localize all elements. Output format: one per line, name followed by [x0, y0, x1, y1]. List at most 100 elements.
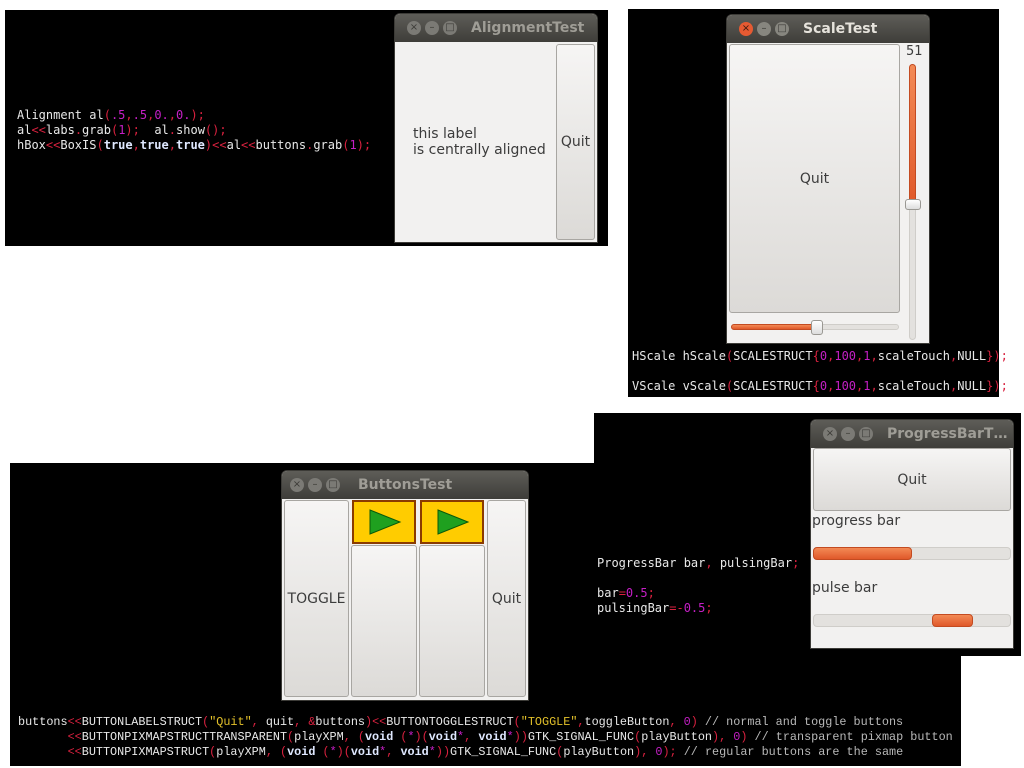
code-token: "Quit" [209, 715, 252, 729]
code-token: VScale vScale [632, 379, 726, 393]
code-token: void [350, 745, 380, 759]
minimize-icon[interactable]: – [425, 21, 439, 35]
code-token: .5 [132, 108, 148, 122]
code-token: ); [125, 123, 140, 137]
code-token: playXPM [216, 745, 266, 759]
code-token: }); [986, 349, 1008, 363]
title-bar: × – □ ButtonsTest [282, 471, 528, 499]
code-token: * [428, 745, 436, 759]
code-token: void [364, 730, 394, 744]
code-token: HScale hScale [632, 349, 726, 363]
code-token: 0 [676, 715, 691, 729]
pixmap-button-body[interactable] [351, 545, 417, 697]
code-token: pulsingBar [597, 601, 670, 615]
vscale-handle[interactable] [905, 198, 921, 210]
code-token: )( [336, 745, 351, 759]
code-token: , [386, 745, 401, 759]
pixmap-button-body[interactable] [419, 545, 485, 697]
hscale-handle[interactable] [810, 320, 823, 335]
quit-button[interactable]: Quit [556, 44, 595, 240]
close-icon[interactable]: × [823, 427, 837, 441]
quit-button[interactable]: Quit [487, 500, 526, 697]
code-token: , & [294, 715, 316, 729]
maximize-icon[interactable]: □ [859, 427, 873, 441]
code-token: ; [647, 586, 655, 600]
code-token: bar [597, 586, 619, 600]
quit-button[interactable]: Quit [813, 448, 1011, 511]
alignment-window: × – □ AlignmentTest this label is centra… [395, 14, 597, 242]
code-token: =- [669, 601, 684, 615]
code-token: ); [356, 138, 372, 152]
code-token: al [17, 123, 32, 137]
code-token: labs [45, 123, 75, 137]
code-line: pulsingBar=-0.5; [597, 601, 799, 616]
code-token: , [870, 349, 878, 363]
code-token: , [132, 138, 140, 152]
code-token: buttons [18, 715, 68, 729]
pulse-bar [813, 614, 1011, 627]
code-token: buttons [255, 138, 307, 152]
maximize-icon[interactable]: □ [775, 22, 789, 36]
code-token: al [226, 138, 242, 152]
code-line: <<BUTTONPIXMAPSTRUCTTRANSPARENT (playXPM,… [18, 730, 953, 745]
code-token: ), [634, 745, 649, 759]
code-token: .5 [110, 108, 126, 122]
code-token: ; [705, 601, 713, 615]
code-token: , [577, 715, 585, 729]
code-token: BUTTONLABELSTRUCT [81, 715, 203, 729]
quit-button[interactable]: Quit [729, 44, 900, 313]
code-token: ; [792, 556, 800, 570]
code-token: ( [96, 138, 104, 152]
code-token: ); [190, 108, 205, 122]
code-token: playButton [641, 730, 712, 744]
pulse-label: pulse bar [812, 580, 878, 596]
code-token: 1 [863, 349, 871, 363]
code-token: al [139, 123, 169, 137]
code-token: )<< [364, 715, 387, 729]
minimize-icon[interactable]: – [308, 478, 322, 492]
code-token: , [705, 556, 713, 570]
buttons-window: × – □ ButtonsTest TOGGLE Quit [282, 471, 528, 700]
minimize-icon[interactable]: – [841, 427, 855, 441]
code-token: << [31, 123, 46, 137]
code-token: ), [712, 730, 727, 744]
transparent-pixmap-button[interactable] [352, 500, 416, 544]
code-token: grab [313, 138, 343, 152]
code-token: { [812, 349, 820, 363]
code-token: ) [690, 715, 698, 729]
minimize-icon[interactable]: – [757, 22, 771, 36]
code-token: NULL [957, 349, 987, 363]
code-token: // transparent pixmap button [747, 730, 953, 744]
title-bar: × – □ ScaleTest [727, 15, 929, 43]
maximize-icon[interactable]: □ [326, 478, 340, 492]
code-token: grab [82, 123, 111, 137]
code-token: 0 [648, 745, 663, 759]
code-token: GTK_SIGNAL_FUNC [450, 745, 557, 759]
code-token: }); [986, 379, 1008, 393]
code-token: << [67, 745, 82, 759]
code-token: , ( [343, 730, 365, 744]
code-token: ( [103, 108, 111, 122]
code-token: 100 [834, 379, 857, 393]
code-token: void [287, 745, 316, 759]
toggle-button[interactable]: TOGGLE [284, 500, 349, 697]
close-icon[interactable]: × [739, 22, 753, 36]
pixmap-button[interactable] [420, 500, 484, 544]
code-line: bar=0.5; [597, 586, 799, 601]
code-token: scaleTouch [877, 349, 950, 363]
progress-fill [813, 547, 912, 560]
close-icon[interactable]: × [407, 21, 421, 35]
play-icon [437, 509, 470, 535]
alignment-code: Alignment al(.5,.5,0.,0.); al<<labs.grab(… [17, 108, 371, 153]
window-title: AlignmentTest [471, 20, 585, 36]
title-bar: × – □ AlignmentTest [395, 14, 597, 42]
code-token: hBox [17, 138, 46, 152]
close-icon[interactable]: × [290, 478, 304, 492]
maximize-icon[interactable]: □ [443, 21, 457, 35]
code-token: 0 [726, 730, 741, 744]
code-token: BoxIS [60, 138, 97, 152]
code-token: true [139, 138, 169, 152]
